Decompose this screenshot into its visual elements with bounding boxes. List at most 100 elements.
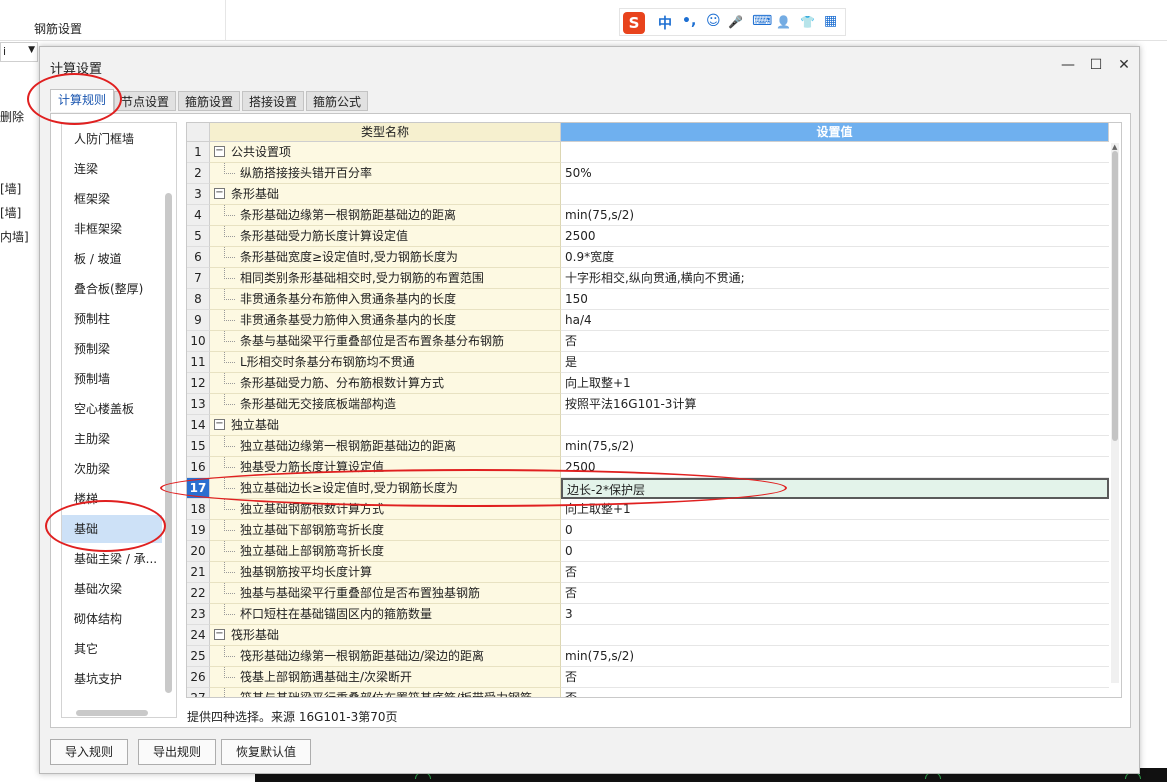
rule-value-cell[interactable]: 十字形相交,纵向贯通,横向不贯通;	[561, 268, 1109, 289]
component-list-item[interactable]: 基础	[62, 515, 162, 543]
table-row[interactable]: 1− 公共设置项	[187, 142, 1109, 163]
rule-value-cell[interactable]: 向上取整+1	[561, 499, 1109, 520]
component-list-item[interactable]: 板 / 坡道	[62, 245, 162, 273]
rule-value-cell[interactable]: 150	[561, 289, 1109, 310]
rule-value-cell[interactable]	[561, 184, 1109, 205]
bg-delete-button[interactable]: 删除	[0, 108, 24, 125]
bg-side-item[interactable]: [墙]	[0, 204, 21, 221]
table-row[interactable]: 17 独立基础边长≥设定值时,受力钢筋长度为 边长-2*保护层	[187, 478, 1109, 499]
rule-value-cell[interactable]: 50%	[561, 163, 1109, 184]
list-hscrollbar[interactable]	[76, 710, 148, 716]
rule-value-cell[interactable]: 3	[561, 604, 1109, 625]
grid-scroll-thumb[interactable]	[1112, 151, 1118, 441]
rule-value-cell[interactable]: 否	[561, 331, 1109, 352]
rule-value-cell[interactable]: min(75,s/2)	[561, 205, 1109, 226]
table-row[interactable]: 22 独基与基础梁平行重叠部位是否布置独基钢筋 否	[187, 583, 1109, 604]
component-list-item[interactable]: 框架梁	[62, 185, 162, 213]
ime-emoji-icon[interactable]: ☺	[706, 13, 721, 29]
table-row[interactable]: 24− 筏形基础	[187, 625, 1109, 646]
table-row[interactable]: 4 条形基础边缘第一根钢筋距基础边的距离 min(75,s/2)	[187, 205, 1109, 226]
component-list-item[interactable]: 预制梁	[62, 335, 162, 363]
rule-value-cell[interactable]: min(75,s/2)	[561, 646, 1109, 667]
rule-value-cell[interactable]: 否	[561, 667, 1109, 688]
column-header-name[interactable]: 类型名称	[210, 123, 561, 142]
collapse-icon[interactable]: −	[214, 146, 225, 157]
rule-value-cell[interactable]: 0	[561, 520, 1109, 541]
table-row[interactable]: 3− 条形基础	[187, 184, 1109, 205]
ime-keyboard-icon[interactable]: ⌨	[752, 13, 772, 29]
component-list-item[interactable]: 楼梯	[62, 485, 162, 513]
table-row[interactable]: 27 筏基与基础梁平行重叠部位布置筏基底筋/板带受力钢筋 否	[187, 688, 1109, 697]
component-list-item[interactable]: 非框架梁	[62, 215, 162, 243]
scroll-up-icon[interactable]: ▲	[1112, 143, 1117, 151]
rule-value-cell[interactable]	[561, 415, 1109, 436]
rule-value-cell[interactable]	[561, 625, 1109, 646]
rule-value-cell[interactable]: ha/4	[561, 310, 1109, 331]
rule-value-cell[interactable]: 否	[561, 562, 1109, 583]
tab-node-settings[interactable]: 节点设置	[114, 91, 177, 111]
table-row[interactable]: 7 相同类别条形基础相交时,受力钢筋的布置范围 十字形相交,纵向贯通,横向不贯通;	[187, 268, 1109, 289]
tab-calc-rules[interactable]: 计算规则	[50, 89, 114, 112]
table-row[interactable]: 20 独立基础上部钢筋弯折长度 0	[187, 541, 1109, 562]
component-list-item[interactable]: 叠合板(整厚)	[62, 275, 162, 303]
table-row[interactable]: 23 杯口短柱在基础锚固区内的箍筋数量 3	[187, 604, 1109, 625]
component-list-item[interactable]: 次肋梁	[62, 455, 162, 483]
ime-user-icon[interactable]: 👤	[776, 15, 791, 29]
rule-value-cell[interactable]: 边长-2*保护层	[561, 478, 1109, 499]
table-row[interactable]: 19 独立基础下部钢筋弯折长度 0	[187, 520, 1109, 541]
component-list-item[interactable]: 基础主梁 / 承...	[62, 545, 162, 573]
component-list-item[interactable]: 空心楼盖板	[62, 395, 162, 423]
component-list-item[interactable]: 基坑支护	[62, 665, 162, 693]
rule-value-cell[interactable]: 0	[561, 541, 1109, 562]
bg-side-item[interactable]: [墙]	[0, 180, 21, 197]
table-row[interactable]: 9 非贯通条基受力筋伸入贯通条基内的长度 ha/4	[187, 310, 1109, 331]
table-row[interactable]: 11 L形相交时条基分布钢筋均不贯通 是	[187, 352, 1109, 373]
table-row[interactable]: 25 筏形基础边缘第一根钢筋距基础边/梁边的距离 min(75,s/2)	[187, 646, 1109, 667]
table-row[interactable]: 15 独立基础边缘第一根钢筋距基础边的距离 min(75,s/2)	[187, 436, 1109, 457]
tab-lap-settings[interactable]: 搭接设置	[242, 91, 305, 111]
restore-defaults-button[interactable]: 恢复默认值	[221, 739, 312, 765]
grid-scrollbar[interactable]: ▲	[1111, 143, 1119, 683]
tab-stirrup-formula[interactable]: 箍筋公式	[306, 91, 369, 111]
sogou-logo-icon[interactable]: S	[623, 12, 645, 34]
collapse-icon[interactable]: −	[214, 629, 225, 640]
rule-value-cell[interactable]: 按照平法16G101-3计算	[561, 394, 1109, 415]
export-rules-button[interactable]: 导出规则	[138, 739, 217, 765]
table-row[interactable]: 10 条基与基础梁平行重叠部位是否布置条基分布钢筋 否	[187, 331, 1109, 352]
tab-stirrup-settings[interactable]: 箍筋设置	[178, 91, 241, 111]
rule-value-cell[interactable]: min(75,s/2)	[561, 436, 1109, 457]
ime-punctuation-icon[interactable]: •,	[682, 13, 696, 29]
floor-combo[interactable]: i ▼	[0, 42, 38, 62]
table-row[interactable]: 14− 独立基础	[187, 415, 1109, 436]
component-list-item[interactable]: 人防门框墙	[62, 125, 162, 153]
component-list-item[interactable]: 连梁	[62, 155, 162, 183]
collapse-icon[interactable]: −	[214, 419, 225, 430]
table-row[interactable]: 16 独基受力筋长度计算设定值 2500	[187, 457, 1109, 478]
ime-skin-icon[interactable]: 👕	[800, 15, 815, 29]
table-row[interactable]: 13 条形基础无交接底板端部构造 按照平法16G101-3计算	[187, 394, 1109, 415]
ime-toolbox-icon[interactable]: ▦	[824, 13, 837, 29]
component-list-item[interactable]: 其它	[62, 635, 162, 663]
rule-value-cell[interactable]: 否	[561, 688, 1109, 697]
ime-chinese-mode[interactable]: 中	[658, 13, 672, 33]
bg-side-item[interactable]: 内墙]	[0, 228, 29, 245]
table-row[interactable]: 18 独立基础钢筋根数计算方式 向上取整+1	[187, 499, 1109, 520]
rule-value-cell[interactable]: 2500	[561, 226, 1109, 247]
component-list-item[interactable]: 预制柱	[62, 305, 162, 333]
rule-value-cell[interactable]: 0.9*宽度	[561, 247, 1109, 268]
component-list-item[interactable]: 基础次梁	[62, 575, 162, 603]
list-scrollbar[interactable]	[165, 193, 172, 693]
table-row[interactable]: 2 纵筋搭接接头错开百分率 50%	[187, 163, 1109, 184]
table-row[interactable]: 6 条形基础宽度≥设定值时,受力钢筋长度为 0.9*宽度	[187, 247, 1109, 268]
ime-voice-icon[interactable]: 🎤	[728, 15, 743, 29]
table-row[interactable]: 5 条形基础受力筋长度计算设定值 2500	[187, 226, 1109, 247]
rule-value-cell[interactable]: 是	[561, 352, 1109, 373]
collapse-icon[interactable]: −	[214, 188, 225, 199]
close-button[interactable]: ✕	[1114, 55, 1134, 75]
table-row[interactable]: 8 非贯通条基分布筋伸入贯通条基内的长度 150	[187, 289, 1109, 310]
component-list-item[interactable]: 预制墙	[62, 365, 162, 393]
column-header-value[interactable]: 设置值	[561, 123, 1109, 142]
component-list-item[interactable]: 主肋梁	[62, 425, 162, 453]
minimize-button[interactable]: —	[1058, 55, 1078, 75]
table-row[interactable]: 21 独基钢筋按平均长度计算 否	[187, 562, 1109, 583]
